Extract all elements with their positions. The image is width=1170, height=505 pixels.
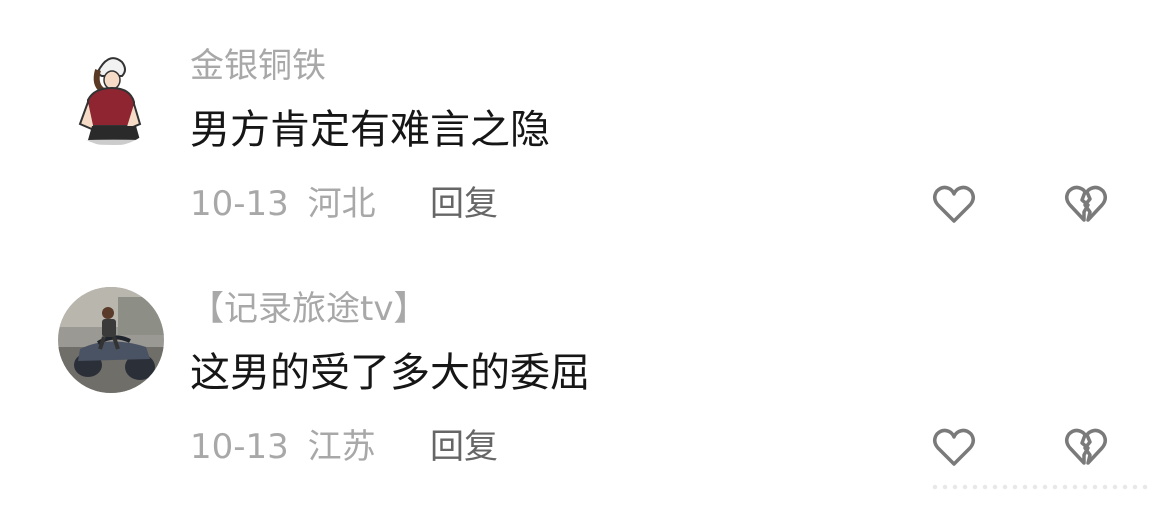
- comment-item: 金银铜铁 男方肯定有难言之隐 10-13 河北 回复: [0, 0, 1170, 240]
- username[interactable]: 【记录旅途tv】: [190, 289, 427, 329]
- like-button[interactable]: [930, 423, 978, 471]
- username[interactable]: 金银铜铁: [190, 46, 326, 86]
- atv-rider-photo-avatar-icon: [58, 287, 164, 393]
- watermark-dots: [930, 484, 1150, 490]
- comment-text: 这男的受了多大的委屈: [190, 350, 590, 396]
- dislike-button[interactable]: [1062, 180, 1110, 228]
- comment-location: 江苏: [307, 427, 376, 467]
- user-avatar[interactable]: [58, 40, 164, 146]
- cartoon-person-avatar-icon: [58, 40, 164, 146]
- comment-location: 河北: [307, 184, 376, 224]
- like-button[interactable]: [930, 180, 978, 228]
- dislike-button[interactable]: [1062, 423, 1110, 471]
- heart-outline-icon: [933, 428, 975, 466]
- comment-text: 男方肯定有难言之隐: [190, 107, 550, 153]
- broken-heart-outline-icon: [1065, 428, 1107, 465]
- comment-meta: 10-13 江苏 回复: [190, 427, 498, 467]
- broken-heart-outline-icon: [1065, 185, 1107, 222]
- heart-outline-icon: [933, 185, 975, 223]
- comment-date: 10-13: [190, 184, 289, 224]
- user-avatar[interactable]: [58, 287, 164, 393]
- comment-date: 10-13: [190, 427, 289, 467]
- comment-meta: 10-13 河北 回复: [190, 184, 498, 224]
- reply-button[interactable]: 回复: [430, 427, 498, 467]
- comment-item: 【记录旅途tv】 这男的受了多大的委屈 10-13 江苏 回复: [0, 245, 1170, 485]
- reply-button[interactable]: 回复: [430, 184, 498, 224]
